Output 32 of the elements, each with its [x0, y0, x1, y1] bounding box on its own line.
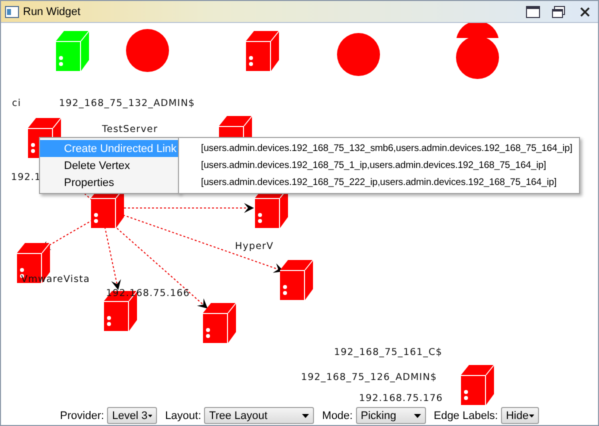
- caret-icon: [414, 414, 421, 418]
- app-icon: [5, 6, 19, 18]
- close-icon[interactable]: [580, 6, 590, 16]
- vertex-label: TestServer: [102, 124, 158, 135]
- restore-icon[interactable]: [552, 6, 566, 18]
- dropdown[interactable]: Level 3: [107, 407, 158, 424]
- dropdown[interactable]: Hide: [500, 407, 539, 424]
- field-label: Edge Labels:: [434, 410, 498, 422]
- menu-item[interactable]: [users.admin.devices.192_168_75_1_ip,users.admin.devices.192_168_75_164_ip]: [179, 157, 579, 174]
- field-label: Provider:: [60, 410, 104, 422]
- circle-node[interactable]: [337, 33, 380, 76]
- vertex-label: HyperV: [235, 241, 274, 252]
- field-label: Layout:: [165, 410, 202, 422]
- vertex-label: 192_168_75_161_C$: [334, 347, 442, 358]
- dropdown[interactable]: Tree Layout: [204, 407, 314, 424]
- vertex-label: ci: [12, 98, 22, 109]
- vertex-label: 192_168_75_132_ADMIN$: [59, 98, 196, 109]
- menu-item[interactable]: Delete Vertex: [40, 157, 179, 174]
- menu-item[interactable]: Properties: [40, 174, 179, 191]
- menu-item[interactable]: [users.admin.devices.192_168_75_132_smb6,users.admin.devices.192_168_75_164_ip]: [179, 140, 579, 157]
- vertex-label: 192_168_75_126_ADMIN$: [301, 372, 438, 383]
- vertex-label: 192.1: [11, 172, 42, 183]
- field-label: Mode:: [322, 410, 353, 422]
- maximize-icon[interactable]: [526, 6, 540, 18]
- window-title: Run Widget: [23, 6, 82, 18]
- menu-item[interactable]: [users.admin.devices.192_168_75_222_ip,users.admin.devices.192_168_75_164_ip]: [179, 174, 579, 191]
- caret-icon: [302, 414, 310, 418]
- vertex-label: 192.168.75.176: [359, 393, 443, 404]
- dropdown[interactable]: Picking: [356, 407, 426, 424]
- circle-node[interactable]: [126, 29, 169, 72]
- caret-icon: [528, 414, 534, 418]
- caret-icon: [148, 414, 152, 418]
